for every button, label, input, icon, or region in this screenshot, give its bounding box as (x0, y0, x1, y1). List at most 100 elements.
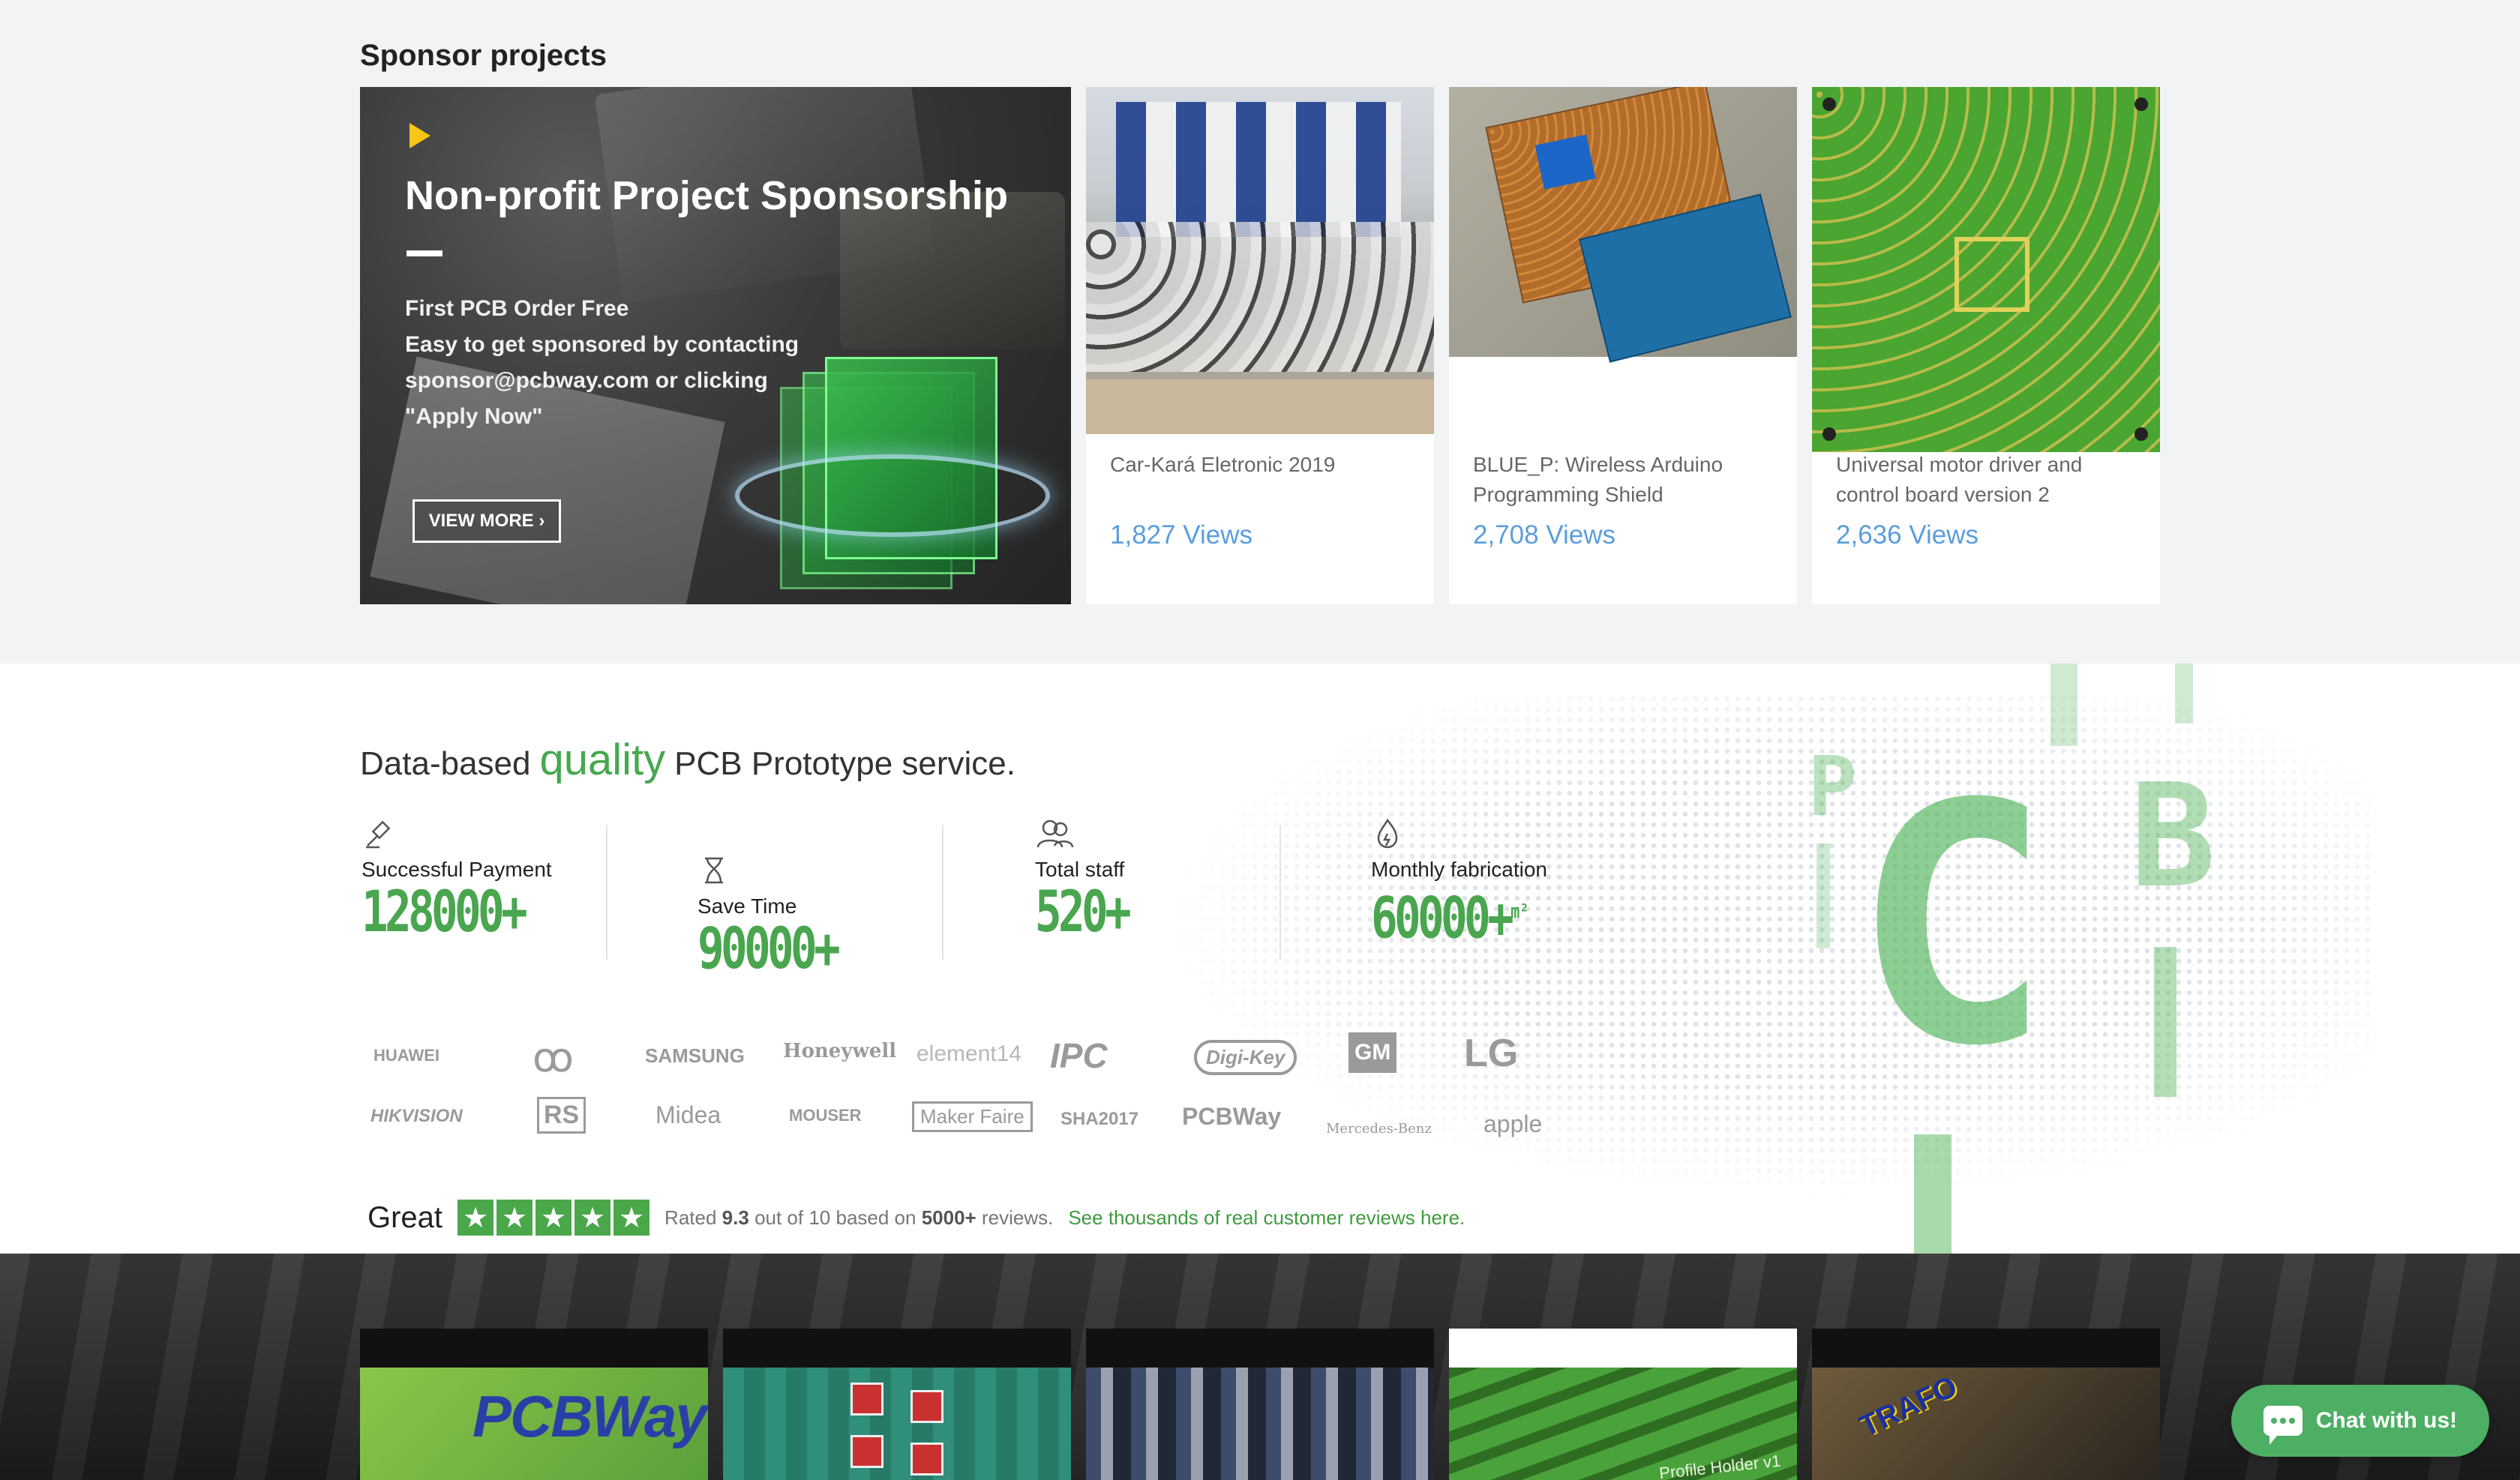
stat-label: Monthly fabrication (1371, 858, 1548, 881)
stat-monthly-fabrication: Monthly fabrication 60000+m² (1371, 817, 1574, 948)
decor-letter-b: B (2130, 753, 2216, 919)
gallery-item[interactable] (1086, 1329, 1434, 1480)
banner-line: sponsor@pcbway.com or clicking (405, 368, 768, 393)
star-icon: ★ (574, 1200, 611, 1236)
banner-title: Non-profit Project Sponsorship (405, 173, 1008, 218)
stat-save-time: Save Time 90000+ (698, 854, 877, 978)
stat-value: 90000+ (698, 915, 841, 981)
stat-divider (606, 825, 608, 960)
project-card[interactable]: BLUE_P: Wireless Arduino Programming Shi… (1449, 87, 1797, 604)
rating-text-mid: out of 10 based on (754, 1206, 916, 1229)
sponsor-section: Sponsor projects Non-profit Project Spon… (0, 0, 2520, 664)
board-label: Profile Holder v1 (1658, 1451, 1782, 1480)
logo-midea: Midea (656, 1101, 722, 1128)
stat-unit: m² (1510, 900, 1529, 923)
headline-pre: Data-based (360, 745, 531, 782)
gallery-image[interactable]: Profile Holder v1 (1449, 1368, 1797, 1480)
mount-hole (2134, 97, 2148, 111)
decor-bar (2050, 664, 2078, 746)
chip-graphic (850, 1383, 884, 1416)
rating-score: 9.3 (722, 1206, 749, 1229)
gavel-icon (362, 817, 394, 850)
project-card[interactable]: Universal motor driver and control board… (1812, 87, 2160, 604)
project-views: 2,708 Views (1473, 520, 1616, 550)
hourglass-icon (698, 854, 730, 887)
banner-line: "Apply Now" (405, 404, 543, 429)
logo-element14: element14 (916, 1041, 1022, 1066)
logo-mercedes: Mercedes-Benz (1326, 1121, 1432, 1137)
headline-post: PCB Prototype service. (674, 745, 1016, 782)
pcb-stack-image (735, 342, 1050, 597)
logo-gm: GM (1348, 1032, 1397, 1073)
gallery-item[interactable] (723, 1329, 1071, 1480)
rating-word: Great (368, 1200, 443, 1234)
mount-hole (2134, 427, 2148, 441)
chip-graphic (910, 1390, 944, 1423)
logo-honeywell: Honeywell (783, 1040, 897, 1062)
chat-bubble-icon (2263, 1406, 2302, 1445)
title-underline (406, 250, 442, 256)
rating-text-pre: Rated (664, 1206, 717, 1229)
project-views: 1,827 Views (1110, 520, 1253, 550)
team-graphic (1086, 222, 1434, 372)
project-title[interactable]: Car-Kará Eletronic 2019 (1110, 450, 1418, 480)
trafo-label: TRAFO (1854, 1369, 1963, 1444)
section-title: Sponsor projects (360, 39, 607, 72)
ic-graphic (1954, 237, 2030, 312)
project-card[interactable]: Car-Kará Eletronic 2019 1,827 Views (1086, 87, 1434, 604)
gallery-image[interactable] (723, 1368, 1071, 1480)
mount-hole (1822, 97, 1836, 111)
project-image[interactable] (1449, 87, 1797, 363)
project-image[interactable] (1086, 87, 1434, 434)
project-title[interactable]: BLUE_P: Wireless Arduino Programming Shi… (1473, 450, 1780, 510)
reviews-link[interactable]: See thousands of real customer reviews h… (1068, 1206, 1465, 1230)
glow-ring (735, 454, 1050, 537)
decor-bar (2175, 664, 2193, 724)
staff-icon (1035, 817, 1074, 850)
flame-icon (1371, 817, 1404, 850)
sponsorship-banner[interactable]: Non-profit Project Sponsorship First PCB… (360, 87, 1071, 604)
stat-value: 60000+m² (1371, 882, 1528, 948)
logo-maker-faire: Maker Faire (912, 1101, 1033, 1132)
decor-bar (1914, 1134, 1952, 1254)
banner-description: First PCB Order Free Easy to get sponsor… (405, 291, 799, 435)
logo-sha2017: SHA2017 (1060, 1109, 1139, 1129)
gallery-item[interactable]: TRAFO (1812, 1329, 2160, 1480)
logo-digikey: Digi-Key (1194, 1040, 1298, 1075)
star-icon: ★ (614, 1200, 650, 1236)
star-icon: ★ (536, 1200, 572, 1236)
rating-stars: ★ ★ ★ ★ ★ (458, 1200, 650, 1236)
stat-total-staff: Total staff 520+ (1035, 817, 1154, 942)
logo-rs: RS (537, 1097, 586, 1134)
project-image[interactable] (1812, 87, 2160, 452)
headline-quality: quality (539, 736, 666, 784)
stats-headline: Data-based quality PCB Prototype service… (360, 735, 1016, 785)
star-icon: ★ (496, 1200, 533, 1236)
decor-letter-c: C (1852, 734, 2051, 1118)
stat-divider (942, 825, 944, 960)
logo-hikvision: HIKVISION (370, 1106, 463, 1126)
gallery-item[interactable]: Profile Holder v1 (1449, 1329, 1797, 1480)
ground-graphic (1086, 379, 1434, 434)
gallery-image[interactable]: TRAFO (1812, 1368, 2160, 1480)
gallery-item[interactable]: PCBWay (360, 1329, 708, 1480)
stat-successful-payment: Successful Payment 128000+ (362, 817, 570, 942)
chat-button[interactable]: Chat with us! (2231, 1385, 2489, 1457)
chip-graphic (910, 1443, 944, 1476)
project-title[interactable]: Universal motor driver and control board… (1836, 450, 2144, 510)
gallery-image[interactable] (1086, 1368, 1434, 1480)
star-icon: ★ (458, 1200, 494, 1236)
project-views: 2,636 Views (1836, 520, 1979, 550)
gallery-section: PCBWay Profile Holder v1 TRAFO (0, 1254, 2520, 1480)
logo-mouser: MOUSER (789, 1106, 862, 1125)
logo-ipc: IPC (1050, 1036, 1108, 1075)
gallery-image[interactable]: PCBWay (360, 1368, 708, 1480)
rating-text-post: reviews. (981, 1206, 1054, 1229)
chip-graphic (850, 1435, 884, 1468)
logo-samsung: SAMSUNG (645, 1044, 745, 1067)
view-more-button[interactable]: VIEW MORE › (412, 499, 561, 543)
mount-hole (1822, 427, 1836, 441)
stat-divider (1280, 825, 1281, 960)
decor-letter-p: P (1808, 739, 1858, 834)
rating-text: Rated 9.3 out of 10 based on 5000+ revie… (664, 1206, 1053, 1230)
